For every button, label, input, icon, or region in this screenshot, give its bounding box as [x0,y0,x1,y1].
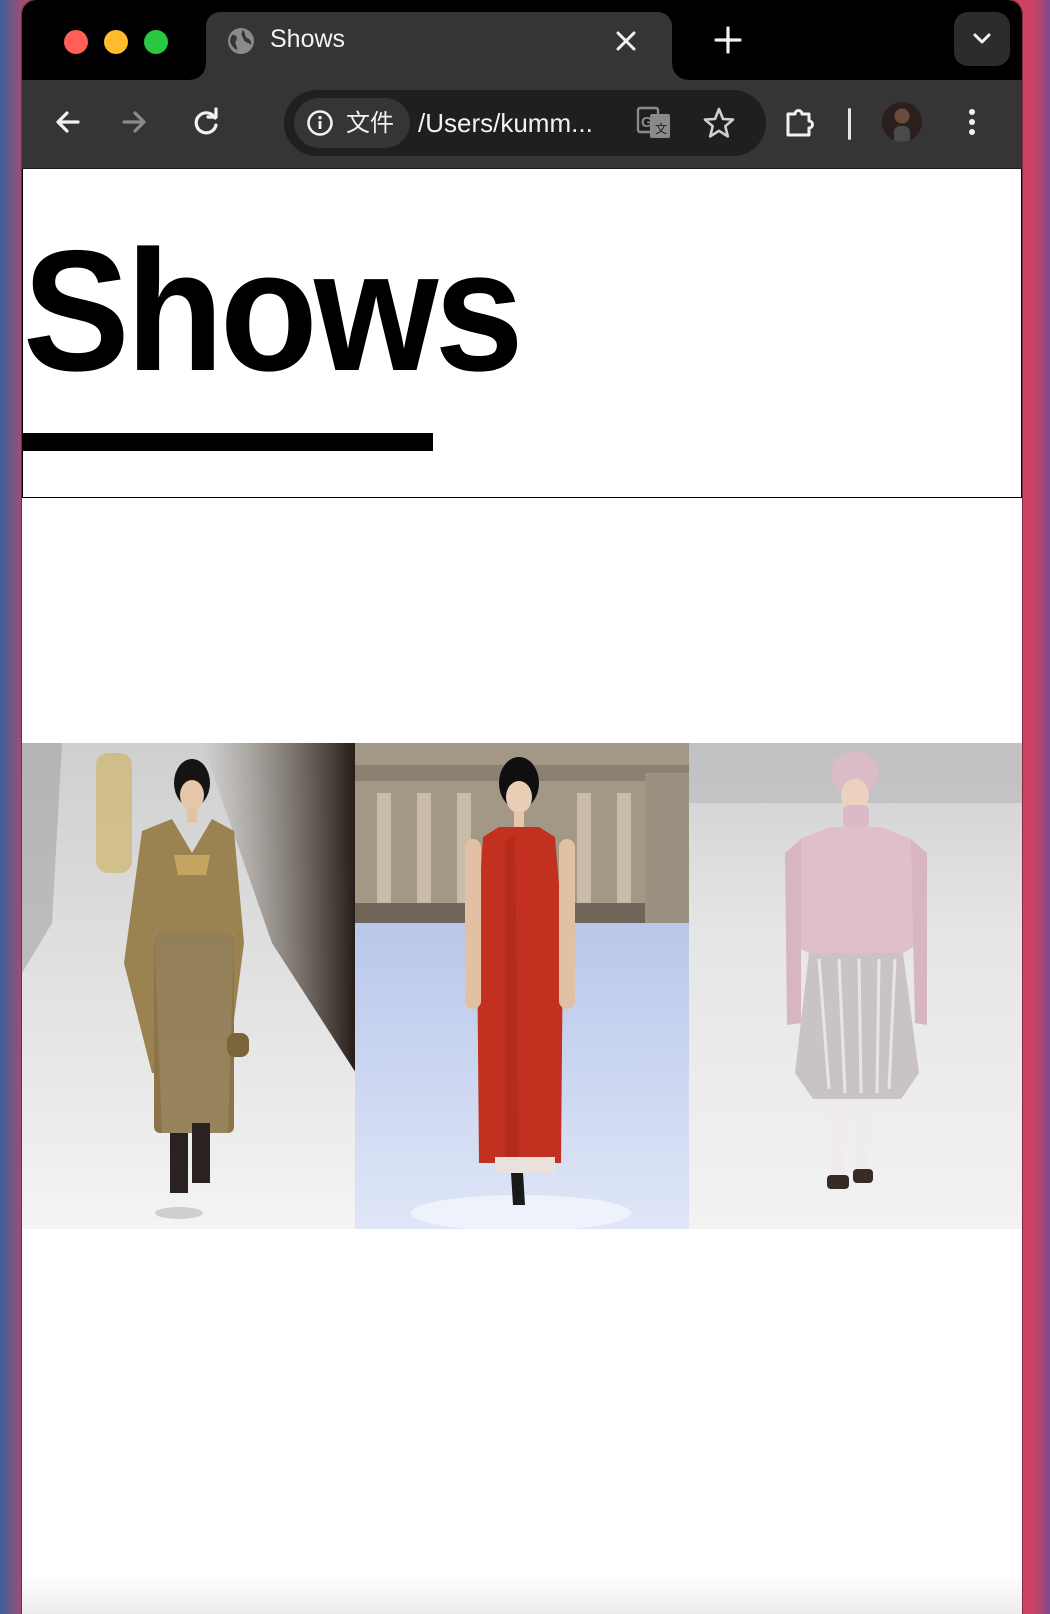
security-chip-label: 文件 [346,109,394,137]
chevron-down-icon [973,33,991,44]
new-tab-icon[interactable] [712,24,744,56]
info-icon [306,109,334,142]
page-header: Shows [22,169,1022,498]
svg-text:文: 文 [655,121,667,136]
site-info-chip[interactable]: 文件 [294,98,410,148]
browser-toolbar: 文件 /Users/kumm... G 文 [22,80,1022,169]
extensions-icon[interactable] [780,102,820,142]
profile-avatar[interactable] [882,102,922,142]
page-bottom-shadow [22,1574,1022,1614]
page-title: Shows [23,215,524,407]
close-window-button[interactable] [64,30,88,54]
tab-shows[interactable]: Shows [190,12,688,80]
back-arrow-icon[interactable] [48,102,88,142]
tab-title: Shows [270,25,346,53]
title-underline [23,433,433,451]
page-content: Shows [22,169,1022,1614]
gallery-photo-3[interactable] [688,743,1022,1229]
gallery-photo-2[interactable] [355,743,689,1229]
more-menu-icon[interactable] [952,102,992,142]
toolbar-divider [848,108,851,140]
runway-gallery [22,743,1022,1229]
address-bar[interactable]: 文件 /Users/kumm... G 文 [284,90,766,156]
translate-icon[interactable]: G 文 [636,106,672,145]
url-text[interactable]: /Users/kumm... [418,108,628,138]
forward-arrow-icon[interactable] [114,102,154,142]
tab-search-button[interactable] [954,12,1010,66]
globe-icon [226,26,256,56]
bookmark-star-icon[interactable] [702,106,736,145]
gallery-photo-1[interactable] [22,743,356,1229]
svg-text:G: G [641,114,653,131]
close-tab-icon[interactable] [614,29,638,53]
browser-window: Shows 文件 /Users/kumm... G 文 Shows [22,0,1022,1614]
tab-strip: Shows [22,0,1022,80]
reload-icon[interactable] [186,102,226,142]
zoom-window-button[interactable] [144,30,168,54]
minimize-window-button[interactable] [104,30,128,54]
